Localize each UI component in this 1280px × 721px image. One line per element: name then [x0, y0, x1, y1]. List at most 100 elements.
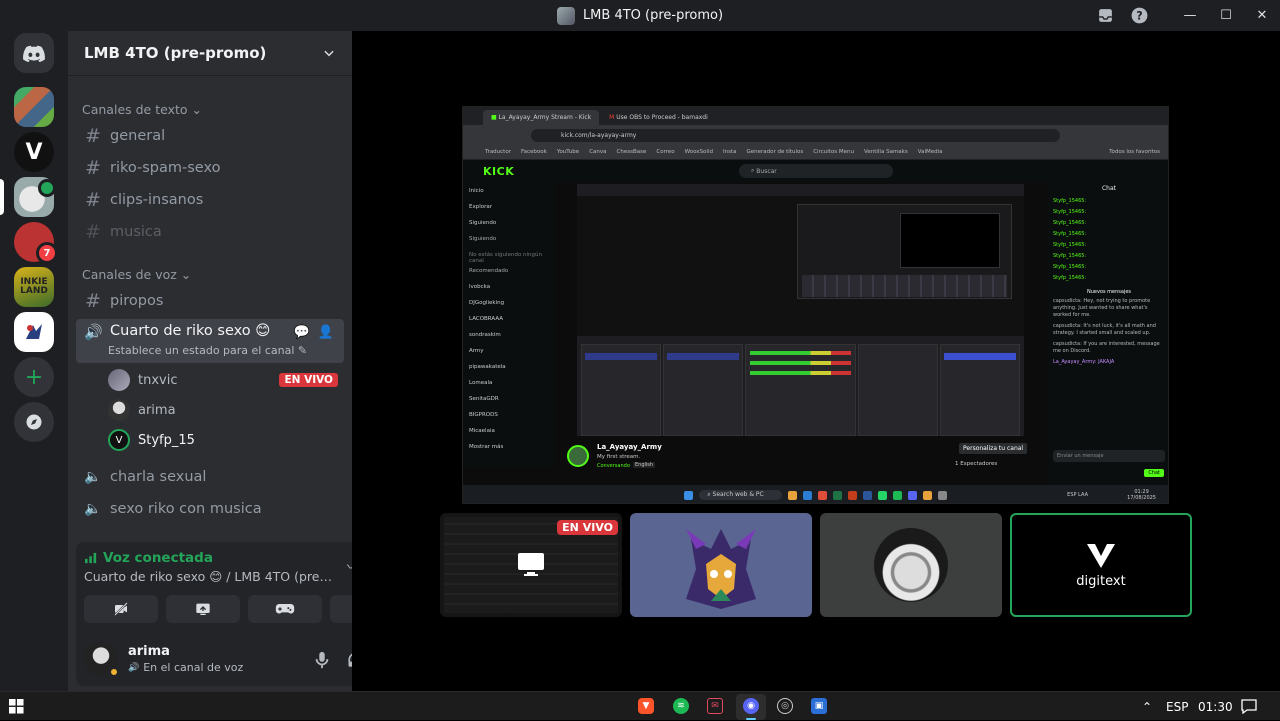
chat-line: Styfp_15465: — [1053, 220, 1087, 226]
voice-member[interactable]: V Styfp_15 — [108, 426, 344, 454]
title-bar: LMB 4TO (pre-promo) ? — ☐ ✕ — [0, 0, 1280, 31]
windows-start-icon[interactable] — [9, 699, 24, 718]
kick-chat: Chat Styfp_15465: Styfp_15465: Styfp_154… — [1048, 182, 1168, 502]
mail-icon[interactable]: ✉ — [707, 698, 723, 714]
maximize-button[interactable]: ☐ — [1208, 0, 1244, 31]
close-button[interactable]: ✕ — [1244, 0, 1280, 31]
brave-icon[interactable]: ▼ — [638, 698, 654, 714]
obs-nested-preview — [797, 204, 1012, 299]
channel-riko-spam-sexo[interactable]: # riko-spam-sexo — [76, 153, 344, 183]
voice-channel-active[interactable]: 🔊 Cuarto de riko sexo 😊 Establece un est… — [76, 319, 344, 363]
server-icon-yellow[interactable]: INKIE LAND — [14, 267, 54, 307]
user-status-label: En el canal de voz — [143, 661, 244, 674]
obs-dock-transitions — [858, 344, 939, 436]
notification-icon[interactable] — [1241, 692, 1257, 721]
bookmark: Correo — [656, 149, 675, 155]
spotify-icon[interactable]: ≋ — [673, 698, 689, 714]
voice-channel[interactable]: 🔈 sexo riko con musica — [76, 494, 344, 524]
channel-status-text[interactable]: Establece un estado para el canal ✎ — [108, 344, 307, 357]
inbox-icon[interactable] — [1088, 0, 1122, 31]
explore-servers-icon[interactable] — [14, 402, 54, 442]
participant-tile-stream[interactable]: EN VIVO — [440, 513, 622, 617]
kick-navbar: KICK ⌕ Buscar — [463, 160, 1168, 182]
activities-button[interactable] — [248, 595, 322, 623]
chrome-icon — [817, 490, 827, 500]
screen-share-icon — [518, 553, 544, 576]
discord-home-icon[interactable] — [14, 33, 54, 73]
hash-icon: # — [85, 221, 101, 243]
selected-server-pill — [0, 179, 4, 215]
member-name: Styfp_15 — [138, 432, 195, 448]
minimize-button[interactable]: — — [1172, 0, 1208, 31]
help-icon[interactable]: ? — [1122, 0, 1156, 31]
microphone-icon[interactable] — [308, 646, 336, 674]
participant-tile-speaking[interactable]: digitext — [1010, 513, 1192, 617]
stream-language: English — [633, 462, 656, 468]
voice-channel-label: Cuarto de riko sexo 😊 — [110, 323, 271, 339]
browser-tab: ■ La_Ayayay_Army Stream - Kick — [483, 110, 600, 125]
voice-member[interactable]: tnxvic EN VIVO — [108, 366, 344, 394]
customize-button: Personaliza tu canal — [959, 443, 1028, 454]
channel-label: sexo riko con musica — [110, 501, 262, 517]
keyboard-language[interactable]: ESP — [1166, 692, 1188, 721]
chat-message: La_Ayayay_Army: JAKAJA — [1053, 359, 1115, 365]
avatar: V — [108, 429, 130, 451]
screen-share-button[interactable] — [166, 595, 240, 623]
channel-musica[interactable]: # musica — [76, 217, 344, 247]
discord-icon[interactable]: ◉ — [743, 698, 759, 714]
channel-clips-insanos[interactable]: # clips-insanos — [76, 185, 344, 215]
spotify-icon — [892, 490, 902, 500]
screen-share-stream[interactable]: ■ La_Ayayay_Army Stream - Kick M Use OBS… — [462, 106, 1169, 504]
tab-label: La_Ayayay_Army Stream - Kick — [498, 114, 592, 121]
windows-lang-label: ESP LAA — [1067, 492, 1088, 498]
whatsapp-icon — [877, 490, 887, 500]
kick-tab-icon: ■ — [491, 114, 497, 121]
word-icon — [862, 490, 872, 500]
tray-overflow-icon[interactable]: ⌃ — [1142, 692, 1152, 721]
voice-member[interactable]: arima — [108, 396, 344, 424]
url-bar: kick.com/la-ayayay-army — [531, 128, 1060, 142]
hash-icon: # — [85, 157, 101, 179]
voice-location[interactable]: Cuarto de riko sexo 😊 / LMB 4TO (pre-pro… — [84, 569, 334, 584]
channel-piropos[interactable]: # piropos — [76, 286, 344, 316]
chat-input: Enviar un mensaje — [1053, 450, 1165, 462]
bookmark: Facebook — [520, 149, 547, 155]
category-text[interactable]: Canales de texto ⌄ — [82, 102, 202, 117]
voice-connected-status[interactable]: Voz conectada — [84, 550, 213, 566]
channel-label: charla sexual — [110, 469, 207, 485]
obs-icon[interactable]: ◎ — [777, 698, 793, 714]
obs-selection — [944, 353, 1017, 360]
guild-header[interactable]: LMB 4TO (pre-promo) — [68, 31, 352, 76]
chat-line: Styfp_15465: — [1053, 264, 1087, 270]
avatar — [686, 529, 756, 609]
server-list: V 7 INKIE LAND + — [0, 31, 68, 691]
kick-nav-item: lvobcka — [469, 284, 491, 290]
voice-channel[interactable]: 🔈 charla sexual — [76, 462, 344, 492]
channel-general[interactable]: # general — [76, 121, 344, 151]
server-icon-v[interactable]: V — [14, 132, 54, 172]
kick-nav-item: pipawakatela — [469, 364, 506, 370]
add-server-icon[interactable]: + — [14, 357, 54, 397]
video-toggle-button[interactable] — [84, 595, 158, 623]
browser-toolbar: kick.com/la-ayayay-army — [463, 125, 1168, 145]
kick-nav-item: Explorar — [469, 204, 493, 210]
svg-text:?: ? — [1136, 9, 1142, 22]
username[interactable]: arima — [128, 644, 170, 659]
member-name: arima — [138, 402, 176, 418]
chat-line: Styfp_15465: — [1053, 242, 1087, 248]
server-icon-white[interactable] — [14, 312, 54, 352]
channel-label: riko-spam-sexo — [110, 160, 221, 176]
app-icon[interactable]: ▣ — [811, 698, 827, 714]
participant-tile[interactable] — [630, 513, 812, 617]
obs-nested-docks — [802, 275, 1007, 297]
add-member-icon[interactable]: 👤 — [318, 325, 334, 340]
clock[interactable]: 01:30 — [1198, 692, 1233, 721]
user-status: 🔊 En el canal de voz — [128, 661, 243, 674]
obs-dock-audio — [744, 344, 857, 436]
server-icon-collage[interactable] — [14, 87, 54, 127]
chat-bubble-icon[interactable]: 💬 — [294, 325, 310, 340]
category-voice[interactable]: Canales de voz ⌄ — [82, 267, 191, 282]
participant-tile[interactable] — [820, 513, 1002, 617]
camera-off-icon — [114, 602, 128, 616]
windows-search-label: Search web & PC — [712, 491, 764, 498]
